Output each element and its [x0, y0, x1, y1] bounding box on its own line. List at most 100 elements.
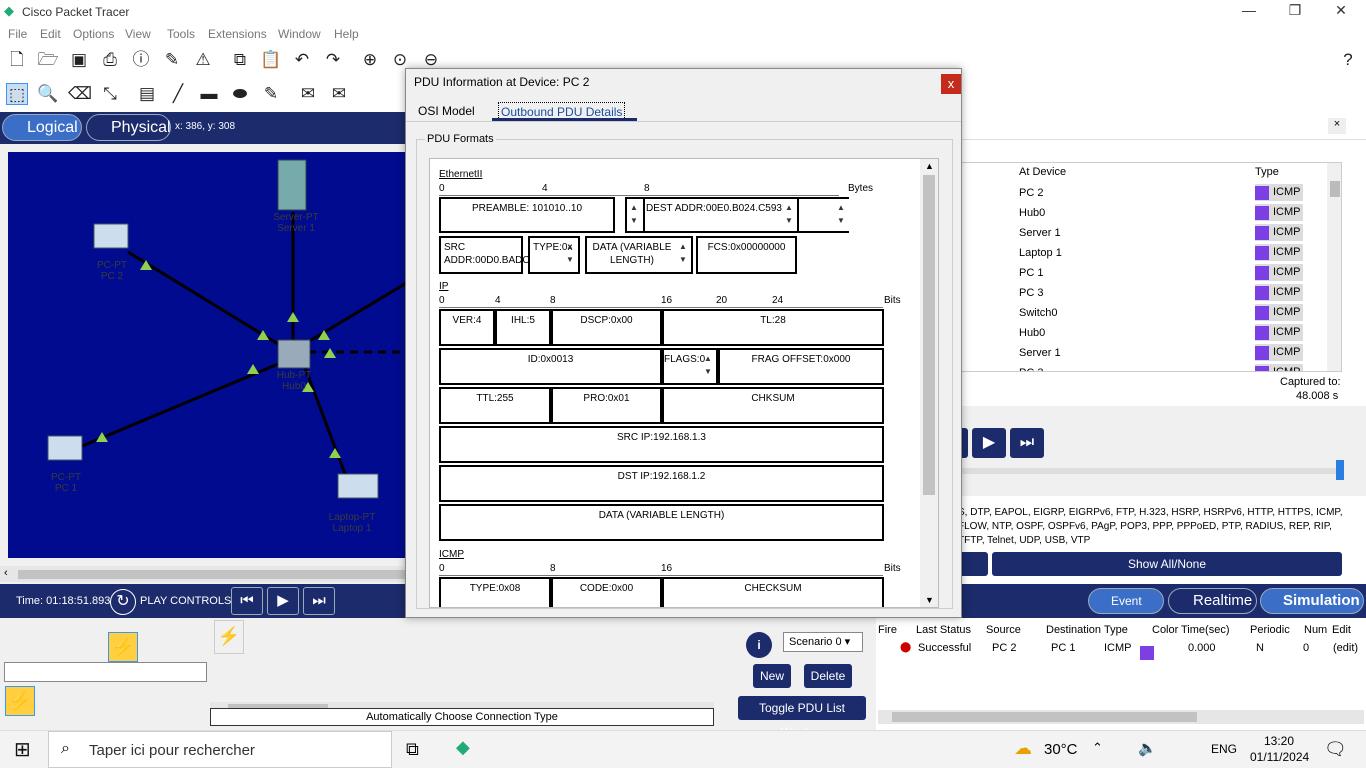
network-wizard-icon[interactable]: ✎: [161, 49, 183, 71]
event-scroll-thumb[interactable]: [1330, 181, 1340, 197]
draw-line-icon[interactable]: ╱: [167, 83, 189, 105]
pdu-list-scroll-thumb[interactable]: [892, 712, 1197, 722]
sim-play-button[interactable]: ▶: [972, 428, 1006, 458]
event-row[interactable]: Hub0 ICMP: [959, 323, 1339, 343]
paste-icon[interactable]: 📋: [260, 49, 282, 71]
scroll-left-icon[interactable]: ‹: [4, 567, 8, 579]
note-icon[interactable]: ▤: [136, 83, 158, 105]
scroll-up-icon[interactable]: ▲: [925, 161, 934, 171]
pc1-icon[interactable]: [47, 435, 83, 461]
pc2-icon[interactable]: [93, 223, 129, 249]
canvas-hscroll[interactable]: ‹: [0, 566, 410, 582]
reset-time-icon[interactable]: ↻: [110, 589, 136, 615]
auto-connection-icon[interactable]: ⚡: [214, 620, 244, 654]
weather-temp[interactable]: 30°C: [1044, 741, 1078, 758]
info-icon[interactable]: ⓘ: [130, 49, 152, 71]
scenario-select[interactable]: Scenario 0 ▾: [783, 632, 863, 652]
pdu-scroll-thumb[interactable]: [923, 175, 935, 495]
menu-edit[interactable]: Edit: [40, 27, 61, 41]
logical-canvas[interactable]: Server-PT Server 1 PC-PT PC 2 Hub-PT Hub…: [8, 152, 408, 558]
packet-tracer-taskbar-icon[interactable]: ◆: [456, 737, 478, 761]
server-icon[interactable]: [277, 159, 307, 211]
simulation-button[interactable]: Simulation: [1260, 588, 1364, 614]
redo-icon[interactable]: ↷: [322, 49, 344, 71]
pdu-edit[interactable]: (edit): [1333, 642, 1358, 654]
open-folder-icon[interactable]: 🗁: [37, 49, 59, 71]
menu-help[interactable]: Help: [334, 27, 359, 41]
event-list-close-icon[interactable]: ×: [1328, 118, 1346, 134]
inspect-icon[interactable]: 🔍: [37, 83, 59, 105]
dialog-close-button[interactable]: x: [941, 74, 961, 94]
menu-window[interactable]: Window: [278, 27, 321, 41]
play-forward-button[interactable]: ⏭: [303, 587, 335, 615]
eth-data-spinner[interactable]: ▲ ▼: [677, 240, 689, 266]
scenario-info-icon[interactable]: i: [746, 632, 772, 658]
event-row[interactable]: PC 3 ICMP: [959, 363, 1339, 371]
windows-start-icon[interactable]: ⊞: [14, 737, 31, 762]
taskbar-search[interactable]: ⌕ Taper ici pour rechercher: [48, 731, 392, 768]
select-icon[interactable]: ⬚: [6, 83, 28, 105]
task-view-icon[interactable]: ⧉: [406, 739, 419, 760]
pdu-view-vscroll[interactable]: ▲ ▼: [920, 159, 938, 607]
rectangle-icon[interactable]: ▬: [198, 83, 220, 105]
resize-icon[interactable]: ⤡: [99, 83, 121, 105]
minimize-icon[interactable]: —: [1234, 2, 1264, 18]
device-search-input[interactable]: [4, 662, 207, 682]
event-row[interactable]: PC 2 ICMP: [959, 183, 1339, 203]
event-row[interactable]: Server 1 ICMP: [959, 223, 1339, 243]
weather-icon[interactable]: ☁: [1014, 738, 1032, 759]
language-indicator[interactable]: ENG: [1211, 742, 1237, 756]
delete-scenario-button[interactable]: Delete: [804, 664, 852, 688]
ellipse-icon[interactable]: ⬬: [229, 83, 251, 105]
event-list-button[interactable]: Event List: [1088, 588, 1164, 632]
play-back-button[interactable]: ⏮: [231, 587, 263, 615]
sim-speed-thumb[interactable]: [1336, 460, 1344, 480]
fire-icon[interactable]: ⬤: [900, 642, 911, 653]
eth-empty-spinner[interactable]: ▲ ▼: [835, 201, 847, 227]
event-row[interactable]: PC 1 ICMP: [959, 263, 1339, 283]
eth-preamble-scroll[interactable]: ▲ ▼: [625, 197, 645, 233]
tab-osi-model[interactable]: OSI Model: [418, 102, 475, 120]
menu-file[interactable]: File: [8, 27, 27, 41]
clock-time[interactable]: 13:20: [1264, 734, 1294, 748]
clock-date[interactable]: 01/11/2024: [1250, 750, 1309, 764]
save-icon[interactable]: ▣: [68, 49, 90, 71]
notification-icon[interactable]: 🗨: [1324, 739, 1347, 760]
logical-tab[interactable]: Logical: [2, 114, 82, 141]
sim-speed-track[interactable]: [958, 468, 1338, 474]
event-row[interactable]: Laptop 1 ICMP: [959, 243, 1339, 263]
pdu-list-scrollbar[interactable]: [878, 710, 1364, 724]
connections-category-icon[interactable]: ⚡: [5, 686, 35, 716]
zoom-in-icon[interactable]: ⊕: [359, 49, 381, 71]
close-icon[interactable]: ✕: [1326, 2, 1356, 19]
delete-icon[interactable]: ⌫: [68, 83, 92, 105]
eth-type-spinner[interactable]: ▲ ▼: [564, 240, 576, 266]
laptop-icon[interactable]: [337, 473, 379, 499]
event-table-vscroll[interactable]: [1327, 163, 1341, 371]
scroll-down-icon[interactable]: ▼: [925, 595, 934, 605]
connections-icon[interactable]: ⚡: [108, 632, 138, 662]
event-row[interactable]: Hub0 ICMP: [959, 203, 1339, 223]
help-icon[interactable]: ?: [1337, 49, 1359, 71]
realtime-button[interactable]: Realtime: [1168, 588, 1257, 614]
volume-icon[interactable]: 🔈: [1138, 739, 1157, 757]
ip-flags-spinner[interactable]: ▲ ▼: [702, 352, 714, 378]
print-icon[interactable]: ⎙: [99, 49, 121, 71]
physical-tab[interactable]: Physical: [86, 114, 171, 141]
eth-dest-spinner[interactable]: ▲ ▼: [783, 201, 795, 227]
event-row[interactable]: PC 3 ICMP: [959, 283, 1339, 303]
new-file-icon[interactable]: 🗋: [6, 49, 28, 71]
show-all-none-button[interactable]: Show All/None: [992, 552, 1342, 576]
new-scenario-button[interactable]: New: [753, 664, 791, 688]
menu-options[interactable]: Options: [73, 27, 114, 41]
play-button[interactable]: ▶: [267, 587, 299, 615]
menu-view[interactable]: View: [125, 27, 151, 41]
freeform-icon[interactable]: ✎: [260, 83, 282, 105]
toggle-pdu-list-button[interactable]: Toggle PDU List Window: [738, 696, 866, 739]
complex-pdu-icon[interactable]: ✉: [328, 83, 350, 105]
simple-pdu-icon[interactable]: ✉: [297, 83, 319, 105]
menu-tools[interactable]: Tools: [167, 27, 195, 41]
event-row[interactable]: Server 1 ICMP: [959, 343, 1339, 363]
activity-wizard-icon[interactable]: ⚠: [192, 49, 214, 71]
sim-forward-button[interactable]: ⏭: [1010, 428, 1044, 458]
